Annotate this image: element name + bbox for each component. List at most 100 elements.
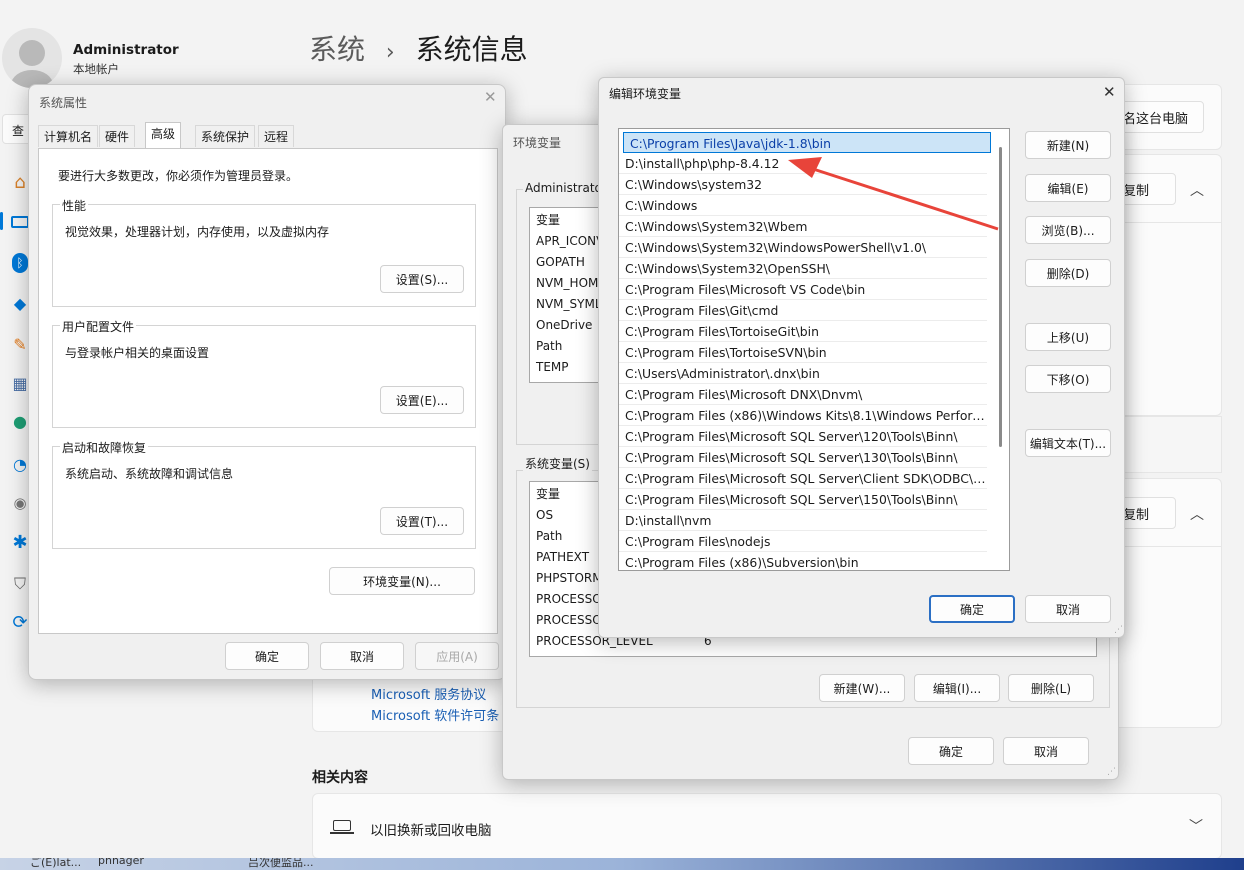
tab-computer-name[interactable]: 计算机名 <box>38 125 99 147</box>
path-list-item[interactable]: C:\Program Files\Microsoft SQL Server\Cl… <box>619 468 987 489</box>
move-down-button[interactable]: 下移(O) <box>1025 365 1111 393</box>
account-type: 本地帐户 <box>73 62 119 76</box>
page-title: 系统信息 <box>415 33 528 66</box>
rename-button[interactable]: 名这台电脑 <box>1114 101 1204 133</box>
environment-variables-button[interactable]: 环境变量(N)... <box>329 567 475 595</box>
home-icon[interactable]: ⌂ <box>10 173 30 193</box>
performance-settings-button[interactable]: 设置(S)... <box>380 265 464 293</box>
path-list-item[interactable]: C:\Program Files\Microsoft SQL Server\12… <box>619 426 987 447</box>
path-list-item[interactable]: D:\install\php\php-8.4.12 <box>619 153 987 174</box>
user-profiles-settings-button[interactable]: 设置(E)... <box>380 386 464 414</box>
path-list-item[interactable]: C:\Windows\System32\WindowsPowerShell\v1… <box>619 237 987 258</box>
edit-environment-variable-dialog: 编辑环境变量 ✕ C:\Program Files\Java\jdk-1.8\b… <box>598 77 1125 638</box>
cancel-button[interactable]: 取消 <box>1003 737 1089 765</box>
laptop-icon <box>333 820 351 831</box>
breadcrumb-parent[interactable]: 系统 <box>309 33 365 66</box>
tab-hardware[interactable]: 硬件 <box>99 125 136 147</box>
gaming-icon[interactable]: ◉ <box>10 493 30 513</box>
path-list-item[interactable]: C:\Program Files\TortoiseSVN\bin <box>619 342 987 363</box>
startup-recovery-description: 系统启动、系统故障和调试信息 <box>65 467 234 481</box>
dialog-title: 编辑环境变量 <box>609 87 682 101</box>
taskbar-item[interactable]: phhager <box>98 858 144 867</box>
tab-remote[interactable]: 远程 <box>258 125 295 147</box>
avatar[interactable] <box>2 28 62 88</box>
move-up-button[interactable]: 上移(U) <box>1025 323 1111 351</box>
startup-recovery-label: 启动和故障恢复 <box>60 439 149 456</box>
path-list-item[interactable]: C:\Program Files\Microsoft SQL Server\13… <box>619 447 987 468</box>
path-list-item[interactable]: C:\Program Files\Microsoft DNX\Dnvm\ <box>619 384 987 405</box>
edit-text-button[interactable]: 编辑文本(T)... <box>1025 429 1111 457</box>
resize-grip-icon[interactable]: ⋰ <box>1107 767 1116 777</box>
related-title: 相关内容 <box>312 770 368 786</box>
path-list-item[interactable]: D:\install\nvm <box>619 510 987 531</box>
laptop-base-icon <box>330 832 354 834</box>
path-list-item[interactable]: C:\Program Files (x86)\Subversion\bin <box>619 552 987 570</box>
path-list-item[interactable]: C:\Program Files\Git\cmd <box>619 300 987 321</box>
chevron-up-icon[interactable]: ︿ <box>1190 180 1204 200</box>
user-profiles-description: 与登录帐户相关的桌面设置 <box>65 346 210 360</box>
path-list-item[interactable]: C:\Windows\System32\OpenSSH\ <box>619 258 987 279</box>
card-footer <box>1110 416 1222 473</box>
taskbar-item[interactable]: ご(E)lat... <box>30 858 81 870</box>
dialog-title: 系统属性 <box>39 96 88 110</box>
license-terms-link[interactable]: Microsoft 软件许可条 <box>371 705 502 724</box>
accessibility-icon[interactable]: ✱ <box>10 533 30 553</box>
taskbar: ご(E)lat... phhager 吕次便监品... <box>0 858 1244 870</box>
new-system-var-button[interactable]: 新建(W)... <box>819 674 905 702</box>
startup-recovery-settings-button[interactable]: 设置(T)... <box>380 507 464 535</box>
card-divider <box>1110 222 1222 223</box>
dialog-title: 环境变量 <box>513 136 562 150</box>
delete-system-var-button[interactable]: 删除(L) <box>1008 674 1094 702</box>
system-properties-dialog: 系统属性 ✕ 计算机名 硬件 高级 系统保护 远程 要进行大多数更改，你必须作为… <box>28 84 506 680</box>
user-vars-label: Administrato <box>523 181 604 195</box>
system-icon[interactable] <box>10 212 30 232</box>
close-icon[interactable]: ✕ <box>1103 83 1116 101</box>
path-list-item[interactable]: C:\Windows <box>619 195 987 216</box>
bluetooth-icon[interactable]: ᛒ <box>10 253 30 273</box>
breadcrumb: 系统 › 系统信息 <box>309 28 528 68</box>
ok-button[interactable]: 确定 <box>929 595 1015 623</box>
related-item-label: 以旧换新或回收电脑 <box>370 823 492 839</box>
privacy-shield-icon[interactable]: ⛉ <box>10 574 30 594</box>
tab-system-protection[interactable]: 系统保护 <box>195 125 256 147</box>
tab-advanced[interactable]: 高级 <box>145 122 182 148</box>
windows-update-icon[interactable]: ⟳ <box>10 613 30 633</box>
performance-label: 性能 <box>60 197 89 214</box>
account-name: Administrator <box>73 42 179 58</box>
apps-icon[interactable]: ▦ <box>10 374 30 394</box>
scrollbar-thumb[interactable] <box>999 147 1002 447</box>
path-list-item[interactable]: C:\Users\Administrator\.dnx\bin <box>619 363 987 384</box>
nav-selected-indicator <box>0 212 3 230</box>
related-item[interactable]: 以旧换新或回收电脑 ﹀ <box>312 793 1222 859</box>
edit-system-var-button[interactable]: 编辑(I)... <box>914 674 1000 702</box>
path-list-item[interactable]: C:\Windows\System32\Wbem <box>619 216 987 237</box>
new-path-button[interactable]: 新建(N) <box>1025 131 1111 159</box>
search-input-text: 查 <box>12 124 25 138</box>
apply-button[interactable]: 应用(A) <box>415 642 499 670</box>
cancel-button[interactable]: 取消 <box>1025 595 1111 623</box>
ok-button[interactable]: 确定 <box>908 737 994 765</box>
path-list-item[interactable]: C:\Program Files (x86)\Windows Kits\8.1\… <box>619 405 987 426</box>
path-list-item[interactable]: C:\Windows\system32 <box>619 174 987 195</box>
ok-button[interactable]: 确定 <box>225 642 309 670</box>
edit-path-button[interactable]: 编辑(E) <box>1025 174 1111 202</box>
path-list[interactable]: C:\Program Files\Java\jdk-1.8\bin D:\ins… <box>618 128 1010 571</box>
chevron-up-icon[interactable]: ︿ <box>1190 504 1204 524</box>
personalization-icon[interactable]: ✎ <box>10 335 30 355</box>
network-icon[interactable]: ◆ <box>10 294 30 314</box>
path-list-item[interactable]: C:\Program Files\TortoiseGit\bin <box>619 321 987 342</box>
cancel-button[interactable]: 取消 <box>320 642 404 670</box>
accounts-icon[interactable]: ● <box>10 412 30 432</box>
services-agreement-link[interactable]: Microsoft 服务协议 <box>371 684 486 703</box>
close-icon[interactable]: ✕ <box>484 88 497 106</box>
browse-path-button[interactable]: 浏览(B)... <box>1025 216 1111 244</box>
taskbar-item[interactable]: 吕次便监品... <box>248 858 314 870</box>
path-list-item[interactable]: C:\Program Files\nodejs <box>619 531 987 552</box>
resize-grip-icon[interactable]: ⋰ <box>1114 625 1123 635</box>
delete-path-button[interactable]: 删除(D) <box>1025 259 1111 287</box>
path-list-item[interactable]: C:\Program Files\Microsoft SQL Server\15… <box>619 489 987 510</box>
path-list-item[interactable]: C:\Program Files\Microsoft VS Code\bin <box>619 279 987 300</box>
time-language-icon[interactable]: ◔ <box>10 455 30 475</box>
path-list-item[interactable]: C:\Program Files\Java\jdk-1.8\bin <box>623 132 991 153</box>
user-profiles-label: 用户配置文件 <box>60 318 137 335</box>
